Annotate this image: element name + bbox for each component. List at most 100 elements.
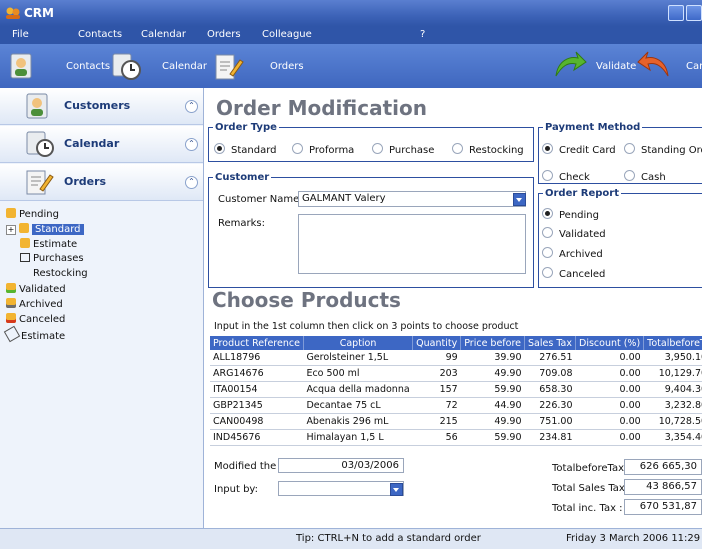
menu-contacts[interactable]: Contacts bbox=[78, 29, 122, 40]
table-cell[interactable]: 157 bbox=[412, 381, 461, 398]
table-cell[interactable]: 751.00 bbox=[524, 413, 576, 430]
sidebar-section-orders[interactable]: Orders ⌃ bbox=[0, 164, 203, 201]
menu-colleague[interactable]: Colleague bbox=[262, 29, 312, 40]
table-row[interactable]: GBP21345 Decantae 75 cL 72 44.90 226.30 0.00 3… bbox=[210, 397, 702, 414]
table-cell[interactable]: 10,728.50 € bbox=[643, 413, 702, 430]
tree-item-pending[interactable]: Pending bbox=[6, 208, 59, 220]
modified-date-field[interactable]: 03/03/2006 bbox=[278, 458, 404, 473]
minimize-button[interactable] bbox=[668, 5, 684, 21]
tree-item-purchases[interactable]: Purchases bbox=[20, 253, 84, 264]
tree-item-estimate-root[interactable]: Estimate bbox=[3, 325, 65, 343]
report-archived-radio[interactable]: Archived bbox=[542, 247, 603, 260]
tree-item-canceled[interactable]: Canceled bbox=[6, 313, 65, 325]
menu-file[interactable]: File bbox=[12, 29, 29, 40]
table-cell[interactable]: 59.90 bbox=[460, 381, 525, 398]
table-cell[interactable]: 0.00 bbox=[575, 381, 644, 398]
table-cell[interactable]: 39.90 bbox=[460, 350, 525, 366]
table-row[interactable]: CAN00498 Abenakis 296 mL 215 49.90 751.00 0.0… bbox=[210, 413, 702, 430]
table-cell[interactable]: 0.00 bbox=[575, 365, 644, 382]
column-header[interactable]: Quantity bbox=[412, 336, 462, 350]
column-header[interactable]: Price before bbox=[460, 336, 526, 350]
remarks-textarea[interactable] bbox=[298, 214, 526, 274]
table-row[interactable]: IND45676 Himalayan 1,5 L 56 59.90 234.81 0.00… bbox=[210, 429, 702, 446]
tree-item-validated[interactable]: Validated bbox=[6, 283, 66, 295]
table-cell[interactable]: Gerolsteiner 1,5L bbox=[303, 350, 413, 366]
table-cell[interactable]: 3,354.40 € bbox=[643, 429, 702, 446]
table-cell[interactable]: 72 bbox=[412, 397, 461, 414]
menu-orders[interactable]: Orders bbox=[207, 29, 241, 40]
table-cell[interactable]: 0.00 bbox=[575, 397, 644, 414]
sidebar-section-customers[interactable]: Customers ⌃ bbox=[0, 88, 203, 125]
toolbar-cancel-button[interactable]: Can bbox=[636, 48, 702, 84]
toolbar-contacts-button[interactable]: Contacts bbox=[8, 48, 110, 84]
table-cell[interactable]: ARG14676 bbox=[210, 365, 304, 382]
table-cell[interactable]: ITA00154 bbox=[210, 381, 304, 398]
table-cell[interactable]: CAN00498 bbox=[210, 413, 304, 430]
table-cell[interactable]: 99 bbox=[412, 350, 461, 366]
payment-cash-radio[interactable]: Cash bbox=[624, 170, 666, 183]
expand-plus-icon[interactable]: + bbox=[6, 225, 16, 235]
dropdown-arrow-icon[interactable] bbox=[390, 483, 403, 496]
order-type-purchase-radio[interactable]: Purchase bbox=[372, 143, 434, 156]
column-header[interactable]: TotalbeforeTax bbox=[643, 336, 702, 350]
report-pending-radio[interactable]: Pending bbox=[542, 208, 599, 221]
table-row[interactable]: ALL18796 Gerolsteiner 1,5L 99 39.90 276.51 0.… bbox=[210, 350, 702, 366]
collapse-chevron-icon[interactable]: ⌃ bbox=[185, 176, 198, 189]
table-cell[interactable]: IND45676 bbox=[210, 429, 304, 446]
column-header[interactable]: Sales Tax bbox=[524, 336, 576, 350]
table-cell[interactable]: ALL18796 bbox=[210, 350, 304, 366]
tree-item-estimate[interactable]: Estimate bbox=[20, 238, 77, 250]
table-row[interactable]: ARG14676 Eco 500 ml 203 49.90 709.08 0.00 10,1… bbox=[210, 365, 702, 382]
table-cell[interactable]: 3,950.10 € bbox=[643, 350, 702, 366]
order-type-restocking-radio[interactable]: Restocking bbox=[452, 143, 524, 156]
table-cell[interactable]: 276.51 bbox=[524, 350, 576, 366]
customer-name-select[interactable]: GALMANT Valery bbox=[298, 191, 526, 207]
table-cell[interactable]: 0.00 bbox=[575, 413, 644, 430]
order-type-standard-radio[interactable]: Standard bbox=[214, 143, 277, 156]
order-type-proforma-radio[interactable]: Proforma bbox=[292, 143, 354, 156]
table-cell[interactable]: 49.90 bbox=[460, 365, 525, 382]
table-cell[interactable]: Acqua della madonna bbox=[303, 381, 413, 398]
payment-credit-card-radio[interactable]: Credit Card bbox=[542, 143, 616, 156]
table-cell[interactable]: Decantae 75 cL bbox=[303, 397, 413, 414]
toolbar-orders-button[interactable]: Orders bbox=[212, 48, 304, 84]
toolbar-validate-button[interactable]: Validate bbox=[552, 48, 636, 84]
dropdown-arrow-icon[interactable] bbox=[513, 193, 526, 206]
report-canceled-radio[interactable]: Canceled bbox=[542, 267, 605, 280]
column-header[interactable]: Product Reference bbox=[210, 336, 304, 350]
menu-help[interactable]: ? bbox=[420, 29, 425, 40]
table-cell[interactable]: 0.00 bbox=[575, 350, 644, 366]
table-cell[interactable]: 215 bbox=[412, 413, 461, 430]
table-cell[interactable]: Eco 500 ml bbox=[303, 365, 413, 382]
table-cell[interactable]: 0.00 bbox=[575, 429, 644, 446]
table-cell[interactable]: 226.30 bbox=[524, 397, 576, 414]
column-header[interactable]: Caption bbox=[303, 336, 414, 350]
table-cell[interactable]: 44.90 bbox=[460, 397, 525, 414]
table-row[interactable]: ITA00154 Acqua della madonna 157 59.90 658.3… bbox=[210, 381, 702, 398]
table-cell[interactable]: Himalayan 1,5 L bbox=[303, 429, 413, 446]
payment-check-radio[interactable]: Check bbox=[542, 170, 590, 183]
table-cell[interactable]: 49.90 bbox=[460, 413, 525, 430]
maximize-button[interactable] bbox=[686, 5, 702, 21]
collapse-chevron-icon[interactable]: ⌃ bbox=[185, 138, 198, 151]
table-cell[interactable]: 59.90 bbox=[460, 429, 525, 446]
input-by-select[interactable] bbox=[278, 481, 404, 496]
tree-item-standard[interactable]: + Standard bbox=[6, 223, 84, 235]
table-cell[interactable]: GBP21345 bbox=[210, 397, 304, 414]
column-header[interactable]: Discount (%) bbox=[575, 336, 645, 350]
menu-calendar[interactable]: Calendar bbox=[141, 29, 186, 40]
table-cell[interactable]: 203 bbox=[412, 365, 461, 382]
table-cell[interactable]: 56 bbox=[412, 429, 461, 446]
payment-standing-order-radio[interactable]: Standing Order bbox=[624, 143, 702, 156]
table-cell[interactable]: 10,129.70 € bbox=[643, 365, 702, 382]
report-validated-radio[interactable]: Validated bbox=[542, 227, 606, 240]
table-cell[interactable]: Abenakis 296 mL bbox=[303, 413, 413, 430]
collapse-chevron-icon[interactable]: ⌃ bbox=[185, 100, 198, 113]
tree-item-archived[interactable]: Archived bbox=[6, 298, 63, 310]
table-cell[interactable]: 709.08 bbox=[524, 365, 576, 382]
sidebar-section-calendar[interactable]: Calendar ⌃ bbox=[0, 126, 203, 163]
table-cell[interactable]: 658.30 bbox=[524, 381, 576, 398]
table-cell[interactable]: 3,232.80 € bbox=[643, 397, 702, 414]
table-cell[interactable]: 234.81 bbox=[524, 429, 576, 446]
table-cell[interactable]: 9,404.30 € bbox=[643, 381, 702, 398]
